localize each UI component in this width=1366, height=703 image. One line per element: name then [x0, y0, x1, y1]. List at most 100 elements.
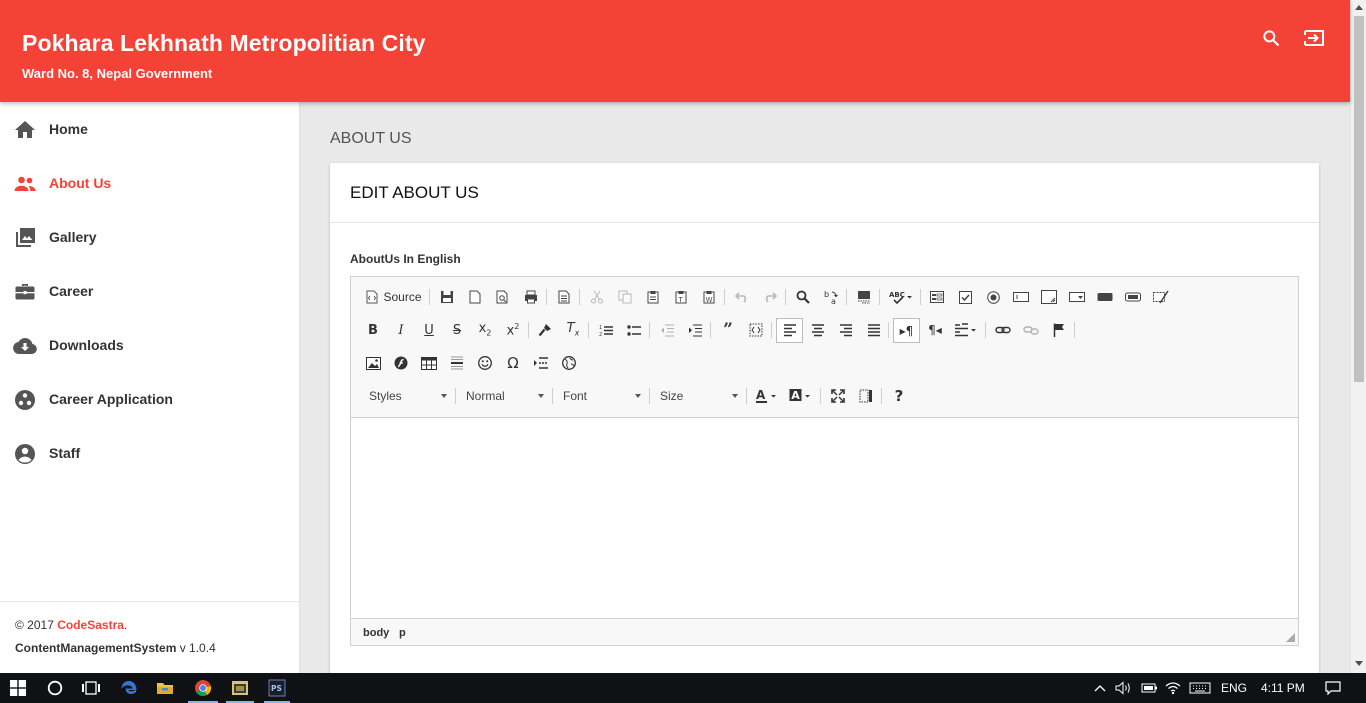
justify-icon[interactable]: [863, 319, 885, 341]
superscript-icon[interactable]: x2: [502, 319, 524, 341]
redo-icon[interactable]: [759, 286, 781, 308]
print-icon[interactable]: [520, 286, 542, 308]
unlink-icon[interactable]: [1020, 319, 1042, 341]
align-left-icon[interactable]: [776, 318, 803, 343]
chrome-icon[interactable]: [184, 673, 222, 703]
numbered-list-icon[interactable]: 12: [595, 319, 617, 341]
sidebar-item-staff[interactable]: Staff: [0, 426, 299, 480]
path-body[interactable]: body: [363, 627, 389, 639]
photoshop-icon[interactable]: PS: [260, 673, 294, 703]
bulleted-list-icon[interactable]: [623, 319, 645, 341]
keyboard-icon[interactable]: [1186, 673, 1214, 703]
preview-icon[interactable]: [492, 286, 514, 308]
hidden-field-icon[interactable]: [1150, 286, 1172, 308]
source-button[interactable]: Source: [363, 286, 425, 308]
textarea-icon[interactable]: [1038, 286, 1060, 308]
clock[interactable]: 4:11 PM: [1261, 681, 1305, 695]
align-center-icon[interactable]: [807, 319, 829, 341]
image-icon[interactable]: [362, 352, 384, 374]
image-button-icon[interactable]: [1122, 286, 1144, 308]
underline-icon[interactable]: U: [418, 319, 440, 341]
styles-combo[interactable]: Styles: [363, 385, 451, 407]
battery-icon[interactable]: [1138, 673, 1160, 703]
undo-icon[interactable]: [731, 286, 753, 308]
app-window-icon[interactable]: [222, 673, 258, 703]
cut-icon[interactable]: [586, 286, 608, 308]
find-icon[interactable]: [792, 286, 814, 308]
copy-icon[interactable]: [614, 286, 636, 308]
bold-icon[interactable]: B: [362, 319, 384, 341]
volume-icon[interactable]: [1112, 673, 1136, 703]
iframe-globe-icon[interactable]: [558, 352, 580, 374]
special-character-icon[interactable]: Ω: [502, 352, 524, 374]
chevron-up-icon[interactable]: [1090, 673, 1110, 703]
link-icon[interactable]: [992, 319, 1014, 341]
replace-icon[interactable]: ba: [820, 286, 842, 308]
page-scrollbar[interactable]: [1350, 0, 1366, 673]
text-direction-ltr-icon[interactable]: ▸¶: [893, 318, 920, 343]
size-combo[interactable]: Size: [654, 385, 742, 407]
font-combo[interactable]: Font: [557, 385, 645, 407]
sidebar-item-about-us[interactable]: About Us: [0, 156, 299, 210]
sidebar-item-career-application[interactable]: Career Application: [0, 372, 299, 426]
spellcheck-icon[interactable]: ABC: [886, 286, 916, 308]
paste-text-icon[interactable]: T: [670, 286, 692, 308]
paste-icon[interactable]: [642, 286, 664, 308]
select-field-icon[interactable]: [1066, 286, 1088, 308]
page-break-icon[interactable]: [530, 352, 552, 374]
strikethrough-icon[interactable]: S: [446, 319, 468, 341]
align-right-icon[interactable]: [835, 319, 857, 341]
horizontal-line-icon[interactable]: [446, 352, 468, 374]
templates-icon[interactable]: [553, 286, 575, 308]
scroll-down-icon[interactable]: [1355, 661, 1363, 666]
logout-icon[interactable]: [1300, 24, 1328, 52]
search-icon[interactable]: [1257, 24, 1285, 52]
form-icon[interactable]: [926, 286, 948, 308]
sidebar-item-gallery[interactable]: Gallery: [0, 210, 299, 264]
task-view-icon[interactable]: [74, 673, 108, 703]
notification-icon[interactable]: [1320, 673, 1346, 703]
text-direction-rtl-icon[interactable]: ¶◂: [924, 319, 946, 341]
save-icon[interactable]: [436, 286, 458, 308]
anchor-flag-icon[interactable]: [1048, 319, 1070, 341]
language-indicator[interactable]: ENG: [1221, 681, 1247, 695]
scrollbar-thumb[interactable]: [1354, 16, 1364, 382]
radio-icon[interactable]: [982, 286, 1004, 308]
windows-start-icon[interactable]: [0, 673, 36, 703]
paste-word-icon[interactable]: W: [698, 286, 720, 308]
sidebar-item-career[interactable]: Career: [0, 264, 299, 318]
background-color-icon[interactable]: A: [786, 385, 816, 407]
format-combo[interactable]: Normal: [460, 385, 548, 407]
file-explorer-icon[interactable]: [148, 673, 182, 703]
maximize-icon[interactable]: [827, 385, 849, 407]
select-all-icon[interactable]: [853, 286, 875, 308]
text-field-icon[interactable]: [1010, 286, 1032, 308]
language-menu-icon[interactable]: [951, 319, 981, 341]
sidebar-item-home[interactable]: Home: [0, 102, 299, 156]
subscript-icon[interactable]: x2: [474, 319, 496, 341]
path-p[interactable]: p: [399, 627, 406, 639]
smiley-icon[interactable]: [474, 352, 496, 374]
italic-icon[interactable]: I: [390, 319, 412, 341]
sidebar-item-downloads[interactable]: Downloads: [0, 318, 299, 372]
indent-icon[interactable]: [684, 319, 706, 341]
new-page-icon[interactable]: [464, 286, 486, 308]
resize-handle-icon[interactable]: [1286, 633, 1295, 642]
editor-content-area[interactable]: [351, 418, 1298, 618]
remove-format-icon[interactable]: Tx: [562, 319, 584, 341]
flash-icon[interactable]: [390, 352, 412, 374]
checkbox-icon[interactable]: [954, 286, 976, 308]
outdent-icon[interactable]: [656, 319, 678, 341]
create-div-icon[interactable]: [745, 319, 767, 341]
button-element-icon[interactable]: [1094, 286, 1116, 308]
footer-brand-link[interactable]: CodeSastra: [57, 618, 124, 632]
wifi-icon[interactable]: [1162, 673, 1184, 703]
cortana-icon[interactable]: [38, 673, 72, 703]
text-color-icon[interactable]: A: [752, 385, 782, 407]
copy-format-icon[interactable]: [534, 319, 556, 341]
show-blocks-icon[interactable]: [855, 385, 877, 407]
scroll-up-icon[interactable]: [1355, 5, 1363, 10]
help-icon[interactable]: ?: [888, 385, 910, 407]
blockquote-icon[interactable]: ”: [717, 319, 739, 341]
table-icon[interactable]: [418, 352, 440, 374]
